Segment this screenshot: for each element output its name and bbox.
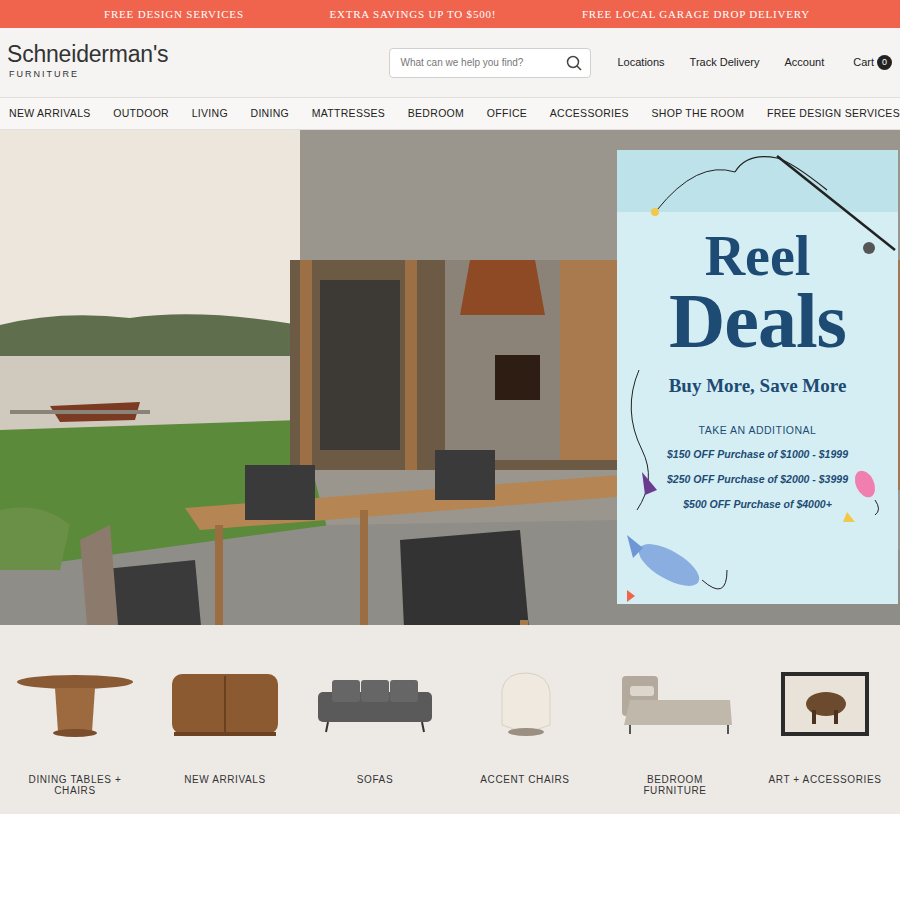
category-item[interactable]: DINING TABLES + CHAIRS bbox=[0, 670, 150, 796]
nav-item[interactable]: BEDROOM bbox=[408, 106, 464, 122]
main-nav: NEW ARRIVALS OUTDOOR LIVING DINING MATTRESSE… bbox=[0, 98, 900, 130]
category-item[interactable]: NEW ARRIVALS bbox=[150, 670, 300, 796]
sofa-image bbox=[310, 670, 440, 740]
search-box bbox=[389, 48, 591, 78]
promo-message[interactable]: FREE LOCAL GARAGE DROP DELIVERY bbox=[582, 6, 810, 23]
promo-offer: $250 OFF Purchase of $2000 - $3999 bbox=[617, 472, 898, 488]
promo-title: Reel bbox=[617, 228, 898, 284]
promo-message[interactable]: EXTRA SAVINGS UP TO $500! bbox=[329, 6, 496, 23]
nav-item[interactable]: NEW ARRIVALS bbox=[9, 106, 91, 122]
nav-item[interactable]: SHOP THE ROOM bbox=[652, 106, 745, 122]
category-label: SOFAS bbox=[357, 774, 393, 785]
art-image bbox=[760, 670, 890, 740]
promo-title: Deals bbox=[617, 284, 898, 358]
nav-item[interactable]: DINING bbox=[251, 106, 290, 122]
category-label: NEW ARRIVALS bbox=[184, 774, 265, 785]
category-item[interactable]: ART + ACCESSORIES bbox=[750, 670, 900, 796]
cabinet-image bbox=[160, 670, 290, 740]
nav-item[interactable]: LIVING bbox=[192, 106, 228, 122]
site-header: Schneiderman's FURNITURE Locations Track De… bbox=[0, 28, 900, 98]
nav-item[interactable]: ACCESSORIES bbox=[550, 106, 629, 122]
promo-message[interactable]: FREE DESIGN SERVICES bbox=[104, 6, 244, 23]
search-icon bbox=[566, 55, 582, 71]
cart-count-badge: 0 bbox=[877, 55, 892, 70]
promo-bar: FREE DESIGN SERVICES EXTRA SAVINGS UP TO … bbox=[0, 0, 900, 28]
logo-tagline: FURNITURE bbox=[7, 68, 168, 82]
category-item[interactable]: SOFAS bbox=[300, 670, 450, 796]
category-label: BEDROOM FURNITURE bbox=[614, 774, 736, 796]
promo-offer: $150 OFF Purchase of $1000 - $1999 bbox=[617, 447, 898, 463]
hero-banner: ReelDeals Buy More, Save More TAKE AN ADDI… bbox=[0, 130, 900, 625]
logo[interactable]: Schneiderman's FURNITURE bbox=[7, 43, 168, 82]
cart-link[interactable]: Cart0 bbox=[853, 54, 892, 71]
promo-subtitle: Buy More, Save More bbox=[617, 372, 898, 401]
nav-item[interactable]: MATTRESSES bbox=[312, 106, 385, 122]
promo-offer: $500 OFF Purchase of $4000+ bbox=[617, 497, 898, 513]
category-item[interactable]: ACCENT CHAIRS bbox=[450, 670, 600, 796]
promo-card[interactable]: ReelDeals Buy More, Save More TAKE AN ADDI… bbox=[617, 150, 898, 604]
category-label: DINING TABLES + CHAIRS bbox=[14, 774, 136, 796]
category-label: ART + ACCESSORIES bbox=[769, 774, 882, 785]
search-input[interactable] bbox=[398, 54, 566, 71]
header-link[interactable]: Account bbox=[784, 54, 824, 71]
chair-image bbox=[460, 670, 590, 740]
header-links: Locations Track Delivery Account Cart0 bbox=[617, 54, 892, 71]
category-item[interactable]: BEDROOM FURNITURE bbox=[600, 670, 750, 796]
category-label: ACCENT CHAIRS bbox=[480, 774, 569, 785]
category-strip: DINING TABLES + CHAIRS NEW ARRIVALS SOFAS A… bbox=[0, 625, 900, 814]
nav-item[interactable]: OUTDOOR bbox=[113, 106, 169, 122]
bed-image bbox=[610, 670, 740, 740]
header-link[interactable]: Track Delivery bbox=[690, 54, 760, 71]
table-image bbox=[10, 670, 140, 740]
cart-label: Cart bbox=[853, 54, 874, 71]
promo-lead: TAKE AN ADDITIONAL bbox=[617, 423, 898, 439]
nav-item[interactable]: OFFICE bbox=[487, 106, 527, 122]
promo-card-band bbox=[617, 150, 898, 212]
promo-card-body: ReelDeals Buy More, Save More TAKE AN ADDI… bbox=[617, 150, 898, 513]
logo-name: Schneiderman's bbox=[7, 43, 168, 66]
header-link[interactable]: Locations bbox=[617, 54, 664, 71]
nav-item[interactable]: FREE DESIGN SERVICES bbox=[767, 106, 900, 122]
